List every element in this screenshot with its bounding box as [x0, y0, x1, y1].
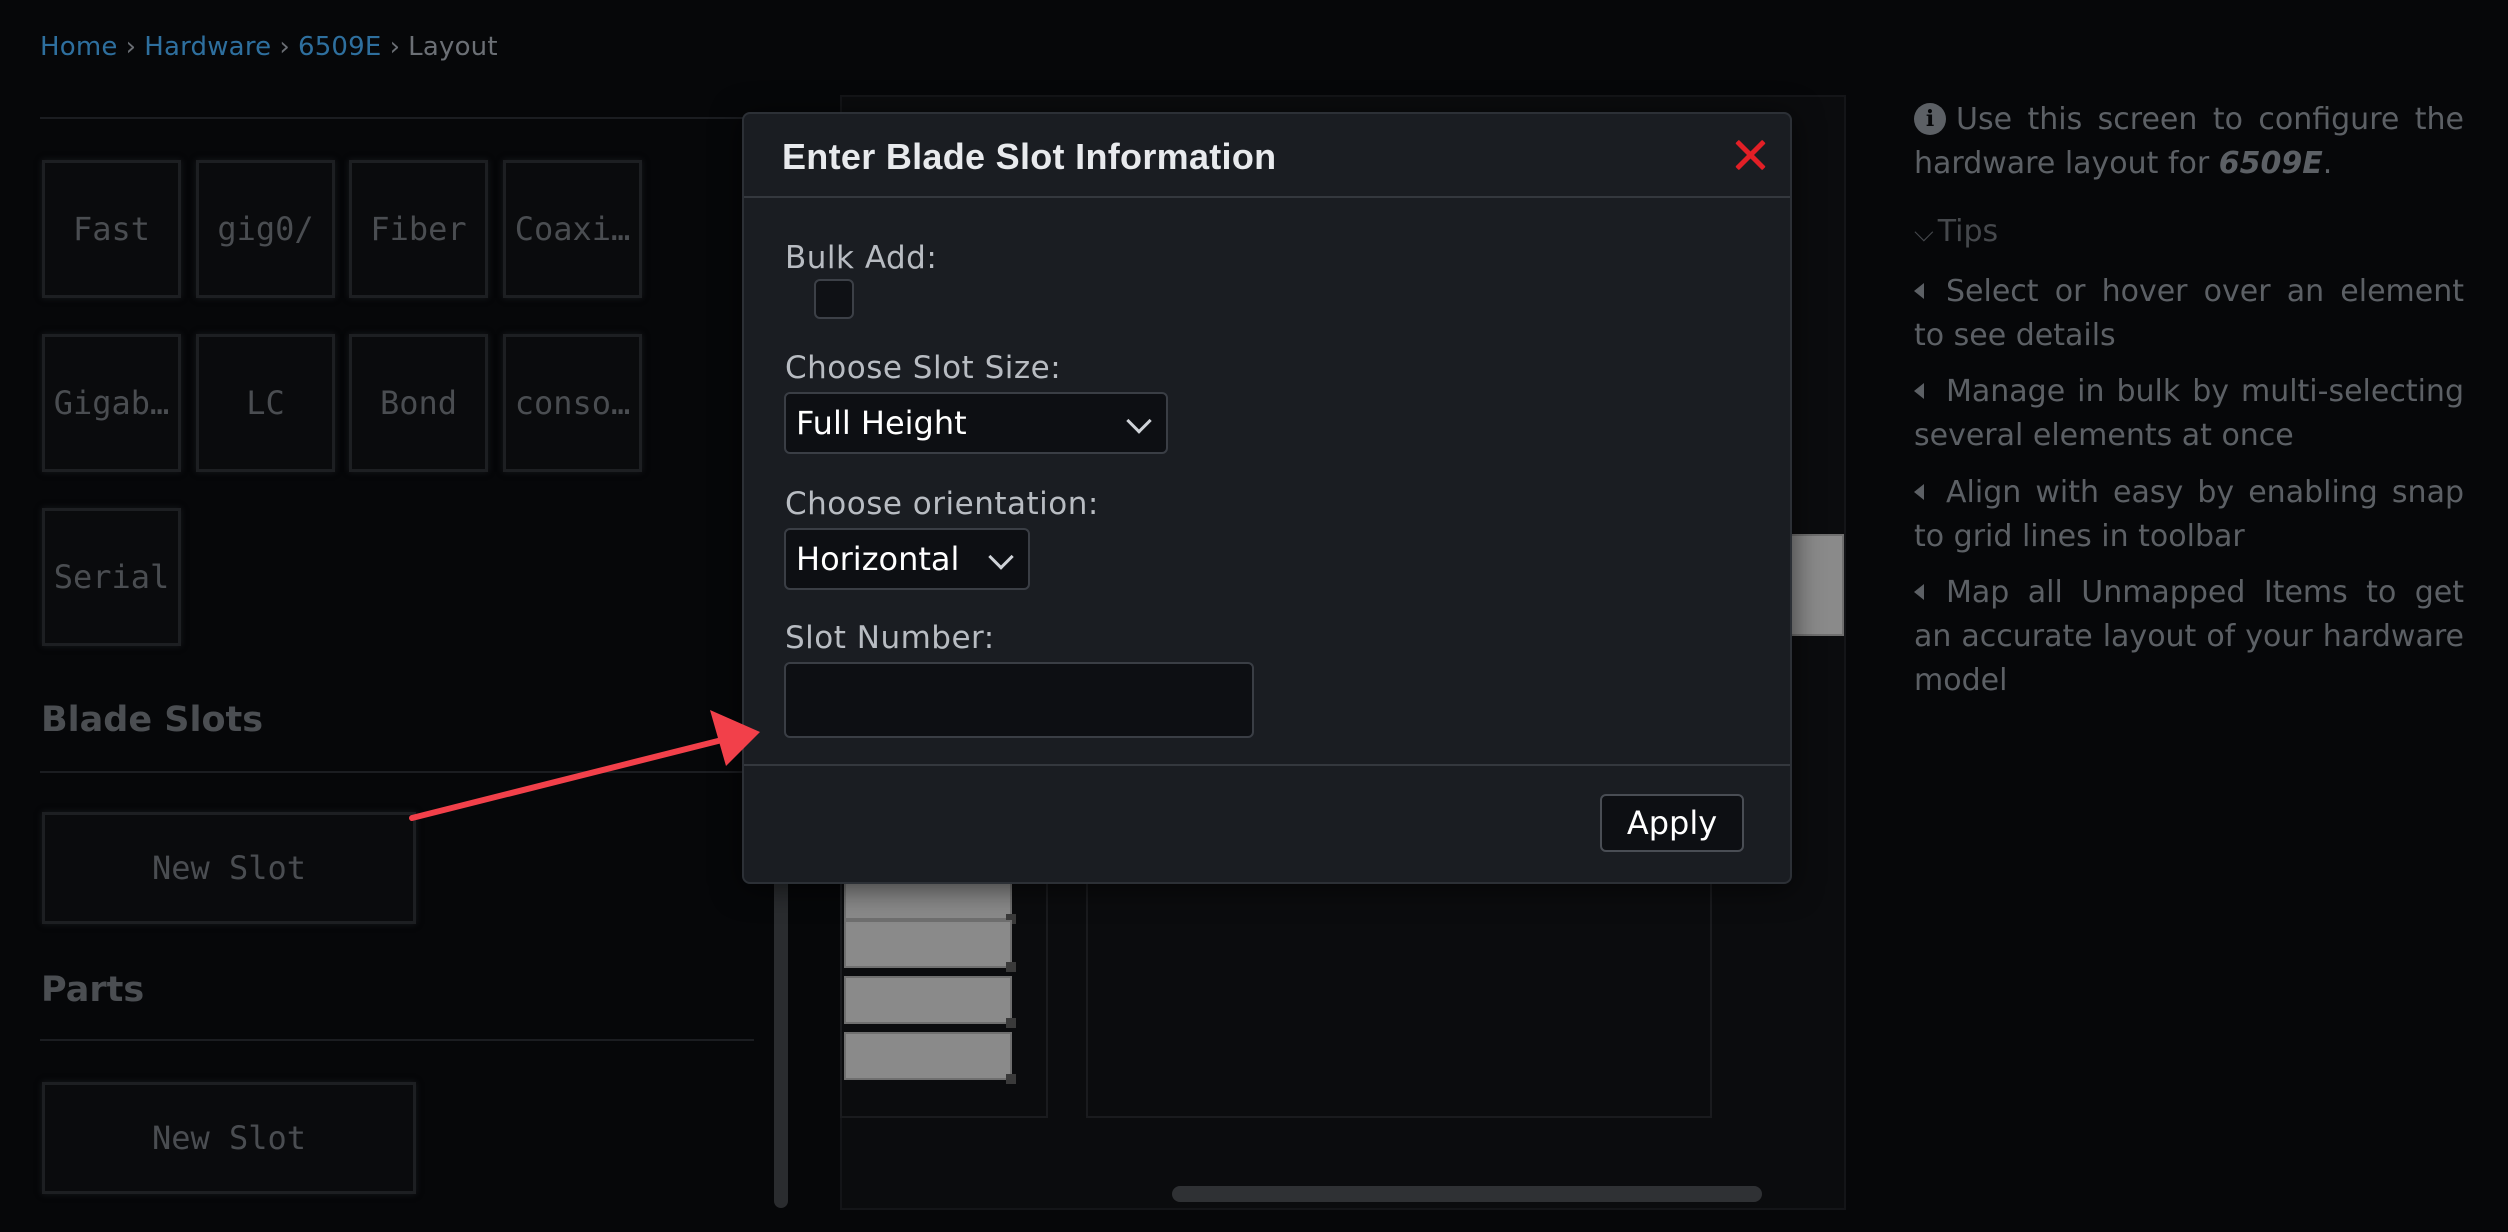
palette-tile-serial[interactable]: Serial	[42, 508, 181, 646]
tip-text: Map all Unmapped Items to get an accurat…	[1914, 575, 2464, 698]
chevron-down-icon: ⌵	[1914, 218, 1934, 248]
tip-text: Manage in bulk by multi-selecting severa…	[1914, 374, 2464, 453]
orientation-select[interactable]: Horizontal	[784, 528, 1030, 590]
chevron-down-icon	[988, 544, 1014, 570]
caret-left-icon	[1914, 484, 1924, 500]
palette-tile-gig0[interactable]: gig0/	[196, 160, 335, 298]
info-icon: i	[1914, 103, 1946, 135]
tips-toggle[interactable]: ⌵ Tips	[1914, 214, 1998, 249]
divider	[744, 764, 1790, 766]
canvas-blade[interactable]	[844, 1032, 1016, 1084]
info-text-before: Use this screen to configure the hardwar…	[1914, 102, 2464, 181]
dialog-title: Enter Blade Slot Information	[782, 136, 1277, 177]
close-icon[interactable]	[1728, 134, 1770, 176]
tip-item: Select or hover over an element to see d…	[1914, 270, 2464, 358]
palette-tile-fast[interactable]: Fast	[42, 160, 181, 298]
canvas-blade[interactable]	[844, 920, 1016, 972]
tip-item: Map all Unmapped Items to get an accurat…	[1914, 571, 2464, 703]
tips-label: Tips	[1937, 214, 1999, 249]
parts-new-slot[interactable]: New Slot	[42, 1082, 416, 1194]
palette-scrollbar[interactable]	[774, 870, 788, 1208]
canvas-frame	[1086, 860, 1712, 1118]
bulk-add-label: Bulk Add:	[785, 240, 938, 276]
caret-left-icon	[1914, 383, 1924, 399]
slot-number-input[interactable]	[784, 662, 1254, 738]
dialog-header: Enter Blade Slot Information	[744, 114, 1790, 198]
breadcrumb-home-link[interactable]: Home	[40, 32, 118, 62]
breadcrumb-current: Layout	[408, 32, 498, 62]
apply-button[interactable]: Apply	[1600, 794, 1744, 852]
blade-slot-dialog: Enter Blade Slot Information Bulk Add: C…	[742, 112, 1792, 884]
orientation-label: Choose orientation:	[785, 486, 1099, 522]
caret-left-icon	[1914, 584, 1924, 600]
info-text: i Use this screen to configure the hardwa…	[1914, 98, 2464, 186]
chevron-down-icon	[1126, 408, 1152, 434]
slot-size-value: Full Height	[796, 404, 967, 442]
palette-tile-bond[interactable]: Bond	[349, 334, 488, 472]
palette-tile-lc[interactable]: LC	[196, 334, 335, 472]
section-title-blade-slots: Blade Slots	[41, 700, 264, 740]
tip-item: Align with easy by enabling snap to grid…	[1914, 471, 2464, 559]
section-title-parts: Parts	[41, 970, 145, 1010]
bulk-add-checkbox[interactable]	[814, 279, 854, 319]
divider	[40, 117, 752, 119]
tip-text: Align with easy by enabling snap to grid…	[1914, 475, 2464, 554]
tip-item: Manage in bulk by multi-selecting severa…	[1914, 370, 2464, 458]
breadcrumb-separator: ›	[389, 32, 401, 62]
orientation-value: Horizontal	[796, 540, 960, 578]
breadcrumb: Home › Hardware › 6509E › Layout	[40, 32, 498, 62]
slot-size-select[interactable]: Full Height	[784, 392, 1168, 454]
palette-tile-fiber[interactable]: Fiber	[349, 160, 488, 298]
breadcrumb-hardware-link[interactable]: Hardware	[144, 32, 271, 62]
breadcrumb-separator: ›	[125, 32, 137, 62]
canvas-blade[interactable]	[1788, 534, 1844, 636]
caret-left-icon	[1914, 283, 1924, 299]
slot-size-label: Choose Slot Size:	[785, 350, 1062, 386]
palette-tile-coaxial[interactable]: Coaxi…	[503, 160, 642, 298]
info-text-after: .	[2322, 146, 2333, 181]
tip-text: Select or hover over an element to see d…	[1914, 274, 2464, 353]
palette-tile-gigabit[interactable]: Gigab…	[42, 334, 181, 472]
blade-slot-new-slot[interactable]: New Slot	[42, 812, 416, 924]
breadcrumb-separator: ›	[279, 32, 290, 62]
breadcrumb-model-link[interactable]: 6509E	[298, 32, 382, 62]
annotation-arrow	[409, 710, 760, 821]
slot-number-label: Slot Number:	[785, 620, 995, 656]
divider	[40, 1039, 754, 1041]
palette-tile-console[interactable]: conso…	[503, 334, 642, 472]
canvas-horizontal-scrollbar[interactable]	[1172, 1186, 1762, 1202]
info-model: 6509E	[2218, 146, 2323, 181]
canvas-blade[interactable]	[844, 976, 1016, 1028]
